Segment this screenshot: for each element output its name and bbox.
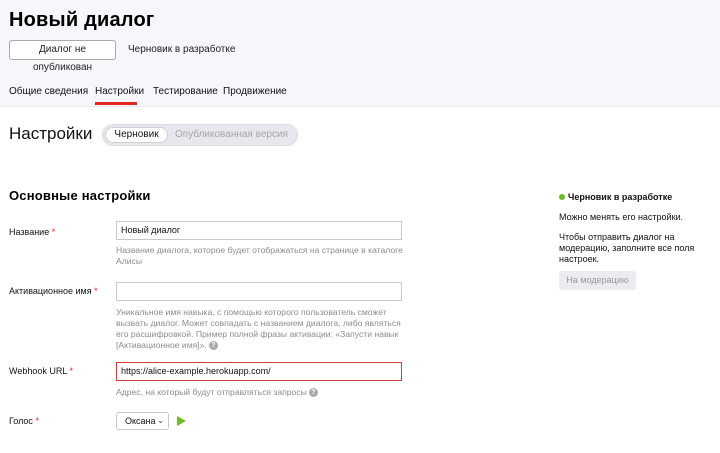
name-label: Название * <box>9 227 56 237</box>
sidebar-text-editable: Можно менять его настройки. <box>559 212 684 222</box>
required-mark: * <box>51 227 56 237</box>
activation-name-hint: Уникальное имя навыка, с помощью которог… <box>116 307 401 351</box>
status-dot-icon <box>559 194 565 200</box>
version-toggle[interactable]: Черновик Опубликованная версия <box>102 124 298 146</box>
basic-settings-heading: Основные настройки <box>9 188 151 203</box>
activation-name-label: Активационное имя * <box>9 286 98 296</box>
sidebar-text-moderation: Чтобы отправить диалог на модерацию, зап… <box>559 232 695 264</box>
tab-settings[interactable]: Настройки <box>95 86 144 97</box>
chevron-down-icon: ⌄ <box>157 416 164 425</box>
help-icon[interactable]: ? <box>308 388 318 398</box>
webhook-label: Webhook URL * <box>9 366 74 376</box>
page-header: Новый диалог Диалог не опубликован Черно… <box>0 0 720 107</box>
required-mark: * <box>35 416 39 426</box>
active-tab-indicator <box>95 102 137 105</box>
name-input[interactable]: Новый диалог <box>116 221 402 240</box>
moderation-button[interactable]: На модерацию <box>559 271 636 290</box>
webhook-url-input[interactable]: https://alice-example.herokuapp.com/ <box>116 362 402 381</box>
toggle-published[interactable]: Опубликованная версия <box>175 129 288 140</box>
voice-select[interactable]: Оксана ⌄ <box>116 412 169 430</box>
tab-promotion[interactable]: Продвижение <box>223 86 287 97</box>
required-mark: * <box>94 286 98 296</box>
settings-heading: Настройки <box>9 124 93 143</box>
publish-status-button[interactable]: Диалог не опубликован <box>9 40 116 73</box>
name-hint: Название диалога, которое будет отобража… <box>116 245 403 266</box>
sidebar-status-title: Черновик в разработке <box>568 192 673 202</box>
voice-label: Голос * <box>9 416 39 426</box>
required-mark: * <box>69 366 74 376</box>
page-title: Новый диалог <box>9 9 155 31</box>
webhook-hint: Адрес, на который будут отправляться зап… <box>116 387 408 398</box>
help-icon[interactable]: ? <box>208 341 218 351</box>
tab-testing[interactable]: Тестирование <box>153 86 218 97</box>
play-icon[interactable] <box>177 416 186 426</box>
draft-status-label: Черновик в разработке <box>128 44 236 55</box>
tab-general[interactable]: Общие сведения <box>9 86 88 97</box>
toggle-draft[interactable]: Черновик <box>105 127 168 143</box>
activation-name-input[interactable] <box>116 282 402 301</box>
